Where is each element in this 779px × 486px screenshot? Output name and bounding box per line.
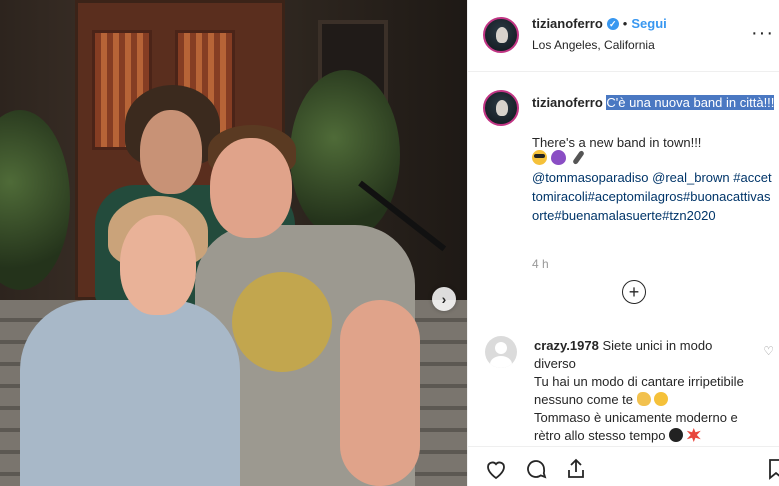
share-icon[interactable] [564, 457, 588, 481]
bomb-emoji-icon [669, 428, 684, 442]
tshirt-print [232, 272, 332, 372]
username-link[interactable]: tizianoferro [532, 16, 603, 31]
person-left-jacket [20, 300, 240, 486]
photo-plant [290, 70, 400, 240]
caption-block: tizianoferro C'è una nuova band in città… [468, 72, 779, 324]
comment-text: crazy.1978 Siete unici in modo diverso T… [534, 337, 754, 445]
person-right-arm [340, 300, 420, 486]
bookmark-icon[interactable] [764, 457, 779, 481]
avatar[interactable] [485, 336, 517, 368]
verified-icon: ✓ [606, 17, 619, 30]
post-header: tizianoferro ✓ • Segui Los Angeles, Cali… [468, 0, 779, 72]
sunglasses-emoji-icon [532, 150, 547, 165]
post-timestamp[interactable]: 4 h [532, 257, 549, 271]
caption-tags[interactable]: @tommasoparadiso @real_brown #accettomir… [532, 168, 772, 225]
caption-emojis [532, 149, 585, 166]
follow-button[interactable]: Segui [631, 16, 666, 31]
next-arrow-icon[interactable]: › [432, 287, 456, 311]
more-icon[interactable]: ··· [751, 22, 774, 45]
plus-circle-icon[interactable]: + [622, 280, 646, 304]
comment-line: Tommaso è unicamente moderno e rètro all… [534, 410, 738, 443]
comment-username[interactable]: crazy.1978 [534, 338, 599, 353]
post-side-panel: tizianoferro ✓ • Segui Los Angeles, Cali… [467, 0, 779, 486]
person-right-head [210, 138, 292, 238]
separator-dot: • [622, 16, 628, 31]
avatar[interactable] [483, 90, 519, 126]
comment-icon[interactable] [524, 457, 548, 481]
post-photo[interactable]: › [0, 0, 467, 486]
comment-item: crazy.1978 Siete unici in modo diverso T… [468, 330, 779, 445]
location-link[interactable]: Los Angeles, California [532, 38, 655, 52]
avatar[interactable] [483, 17, 519, 53]
person-left-head [120, 215, 196, 315]
caption-username[interactable]: tizianoferro [532, 95, 603, 110]
smile-emoji-icon [654, 392, 669, 406]
purple-heart-emoji-icon [551, 150, 566, 165]
collision-emoji-icon [686, 428, 701, 442]
caption-highlighted-text: C'è una nuova band in città!!! [606, 95, 775, 110]
hand-emoji-icon [636, 392, 651, 406]
comment-like-icon[interactable]: ♡ [763, 344, 774, 358]
microphone-emoji-icon [572, 149, 585, 166]
heart-icon[interactable] [484, 457, 508, 481]
post-action-bar [468, 446, 779, 486]
caption-text: tizianoferro C'è una nuova band in città… [532, 94, 776, 112]
person-back-head [140, 110, 202, 194]
header-user-row: tizianoferro ✓ • Segui [532, 16, 667, 31]
